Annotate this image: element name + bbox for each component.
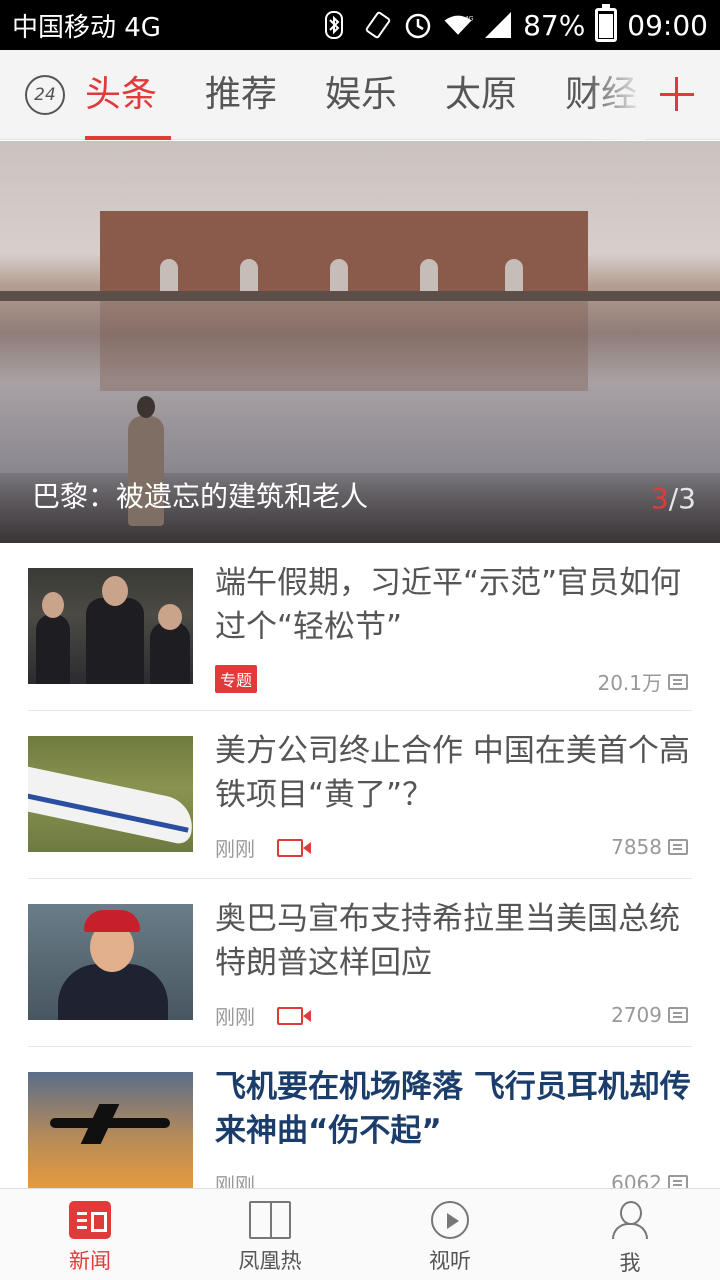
- tab-headlines[interactable]: 头条: [85, 50, 172, 140]
- nav-me[interactable]: 我: [540, 1189, 720, 1280]
- news-thumbnail: [28, 1072, 193, 1188]
- news-item[interactable]: 端午假期，习近平“示范”官员如何过个“轻松节” 专题 20.1万: [28, 543, 692, 711]
- comment-count-value: 7858: [611, 835, 662, 859]
- comment-icon: [668, 839, 688, 855]
- clock: 09:00: [627, 8, 708, 42]
- 24-hours-icon[interactable]: 24: [25, 74, 65, 115]
- news-meta: 专题: [215, 665, 258, 693]
- news-thumbnail: [28, 568, 193, 684]
- nav-label: 视听: [429, 1249, 471, 1273]
- battery-percent: 87%: [523, 8, 586, 42]
- news-title: 飞机要在机场降落 飞行员耳机却传来神曲“伤不起”: [215, 1069, 691, 1149]
- topic-tag: 专题: [215, 665, 258, 693]
- news-meta: 刚刚: [215, 1001, 311, 1030]
- news-item[interactable]: 奥巴马宣布支持希拉里当美国总统 特朗普这样回应 刚刚 2709: [28, 879, 692, 1047]
- comment-count-value: 20.1万: [597, 671, 662, 695]
- tab-entertainment[interactable]: 娱乐: [325, 50, 397, 140]
- video-icon: [277, 838, 311, 857]
- network-badge: 4G: [465, 16, 473, 23]
- hero-shore: [0, 291, 720, 301]
- hero-building: [100, 211, 588, 297]
- plus-icon[interactable]: [660, 70, 694, 118]
- hero-caption: 巴黎：被遗忘的建筑和老人: [32, 480, 369, 513]
- hero-banner[interactable]: 巴黎：被遗忘的建筑和老人 3/3: [0, 141, 720, 543]
- signal-icon: [485, 12, 512, 38]
- news-thumbnail: [28, 736, 193, 852]
- hero-counter-total: /3: [668, 482, 696, 515]
- nav-news[interactable]: 新闻: [0, 1189, 180, 1280]
- battery-icon: [595, 4, 618, 42]
- nav-label: 我: [619, 1251, 641, 1275]
- news-meta: 刚刚: [215, 833, 311, 862]
- channel-tabs: 头条 推荐 娱乐 太原 财经: [85, 49, 645, 140]
- wifi-icon: 4G: [444, 16, 473, 35]
- carrier-label: 中国移动 4G: [12, 12, 161, 43]
- nav-hot[interactable]: 凤凰热: [180, 1189, 360, 1280]
- video-icon: [277, 1006, 311, 1025]
- bluetooth-icon: [325, 11, 344, 39]
- comment-count[interactable]: 7858: [611, 835, 688, 859]
- news-time: 刚刚: [215, 1005, 255, 1029]
- play-icon: [431, 1201, 469, 1239]
- comment-count[interactable]: 2709: [611, 1003, 688, 1027]
- news-title: 奥巴马宣布支持希拉里当美国总统 特朗普这样回应: [215, 901, 680, 981]
- news-thumbnail: [28, 904, 193, 1020]
- comment-count-value: 2709: [611, 1003, 662, 1027]
- nav-label: 新闻: [69, 1249, 111, 1273]
- vibrate-icon: [365, 11, 391, 39]
- comment-icon: [668, 673, 688, 690]
- bottom-nav: 新闻 凤凰热 视听 我: [0, 1188, 720, 1280]
- alarm-icon: [405, 13, 431, 39]
- news-list: 端午假期，习近平“示范”官员如何过个“轻松节” 专题 20.1万 美方公司终止合…: [28, 543, 692, 1215]
- book-icon: [249, 1201, 291, 1239]
- tab-recommended[interactable]: 推荐: [205, 50, 277, 140]
- tab-taiyuan[interactable]: 太原: [445, 50, 517, 140]
- news-time: 刚刚: [215, 837, 255, 861]
- news-title: 端午假期，习近平“示范”官员如何过个“轻松节”: [215, 565, 682, 645]
- nav-video[interactable]: 视听: [360, 1189, 540, 1280]
- nav-label: 凤凰热: [238, 1249, 302, 1273]
- channel-tab-bar: 24 头条 推荐 娱乐 太原 财经: [0, 49, 720, 140]
- hero-counter-current: 3: [650, 482, 669, 515]
- user-icon: [611, 1201, 649, 1241]
- hours-icon-label: 24: [34, 84, 56, 105]
- status-icons: 4G 87% 09:00: [323, 4, 708, 42]
- news-item[interactable]: 美方公司终止合作 中国在美首个高铁项目“黄了”？ 刚刚 7858: [28, 711, 692, 879]
- news-title: 美方公司终止合作 中国在美首个高铁项目“黄了”？: [215, 733, 690, 813]
- news-icon: [69, 1201, 111, 1239]
- comment-count[interactable]: 20.1万: [597, 667, 688, 696]
- comment-icon: [668, 1007, 688, 1023]
- hero-reflection: [100, 301, 588, 391]
- hero-page-counter: 3/3: [651, 482, 696, 515]
- status-bar: 中国移动 4G 4G 87% 09:00: [0, 0, 720, 50]
- tabs-fade: [585, 49, 645, 140]
